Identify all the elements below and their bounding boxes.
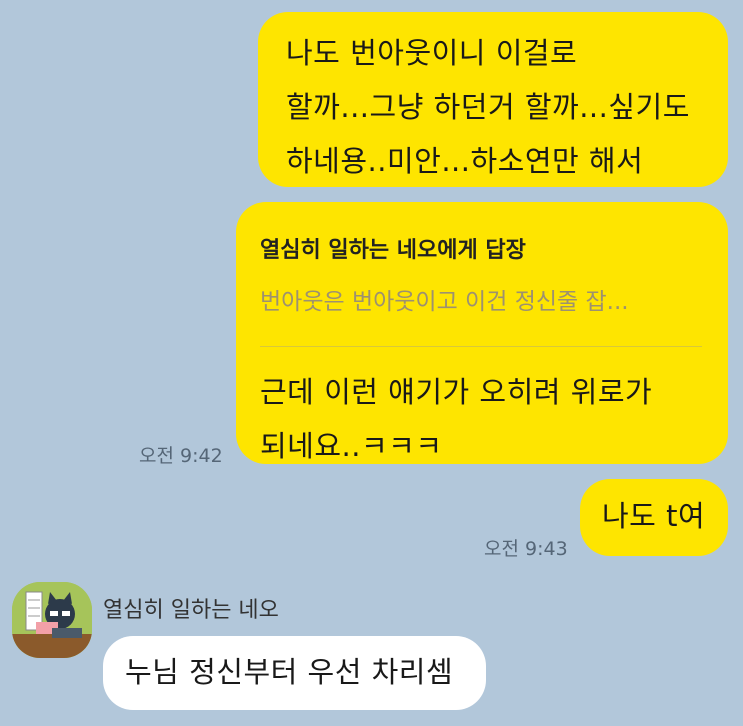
message-time: 오전 9:43 [484, 538, 568, 560]
reply-target-label: 열심히 일하는 네오에게 답장 [260, 238, 526, 263]
message-text: 누님 정신부터 우선 차리셈 [125, 655, 454, 689]
message-text: 나도 번아웃이니 이걸로 할까...그냥 하던거 할까...싶기도 하네용..미… [286, 36, 690, 178]
message-time: 오전 9:42 [139, 445, 223, 467]
avatar[interactable] [12, 582, 92, 658]
my-message-bubble[interactable]: 나도 번아웃이니 이걸로 할까...그냥 하던거 할까...싶기도 하네용..미… [258, 12, 728, 187]
message-text: 나도 t여 [602, 499, 706, 533]
reply-message-bubble[interactable]: 열심히 일하는 네오에게 답장 번아웃은 번아웃이고 이건 정신줄 잡... 근… [236, 202, 728, 464]
their-message-bubble[interactable]: 누님 정신부터 우선 차리셈 [103, 636, 486, 710]
sender-name: 열심히 일하는 네오 [103, 598, 279, 623]
reply-divider [260, 346, 702, 347]
my-message-bubble[interactable]: 나도 t여 [580, 479, 728, 556]
reply-quote-preview[interactable]: 번아웃은 번아웃이고 이건 정신줄 잡... [260, 282, 702, 316]
neo-character-avatar-icon [12, 582, 92, 658]
message-text: 근데 이런 얘기가 오히려 위로가 되네요..ㅋㅋㅋ [260, 375, 653, 463]
